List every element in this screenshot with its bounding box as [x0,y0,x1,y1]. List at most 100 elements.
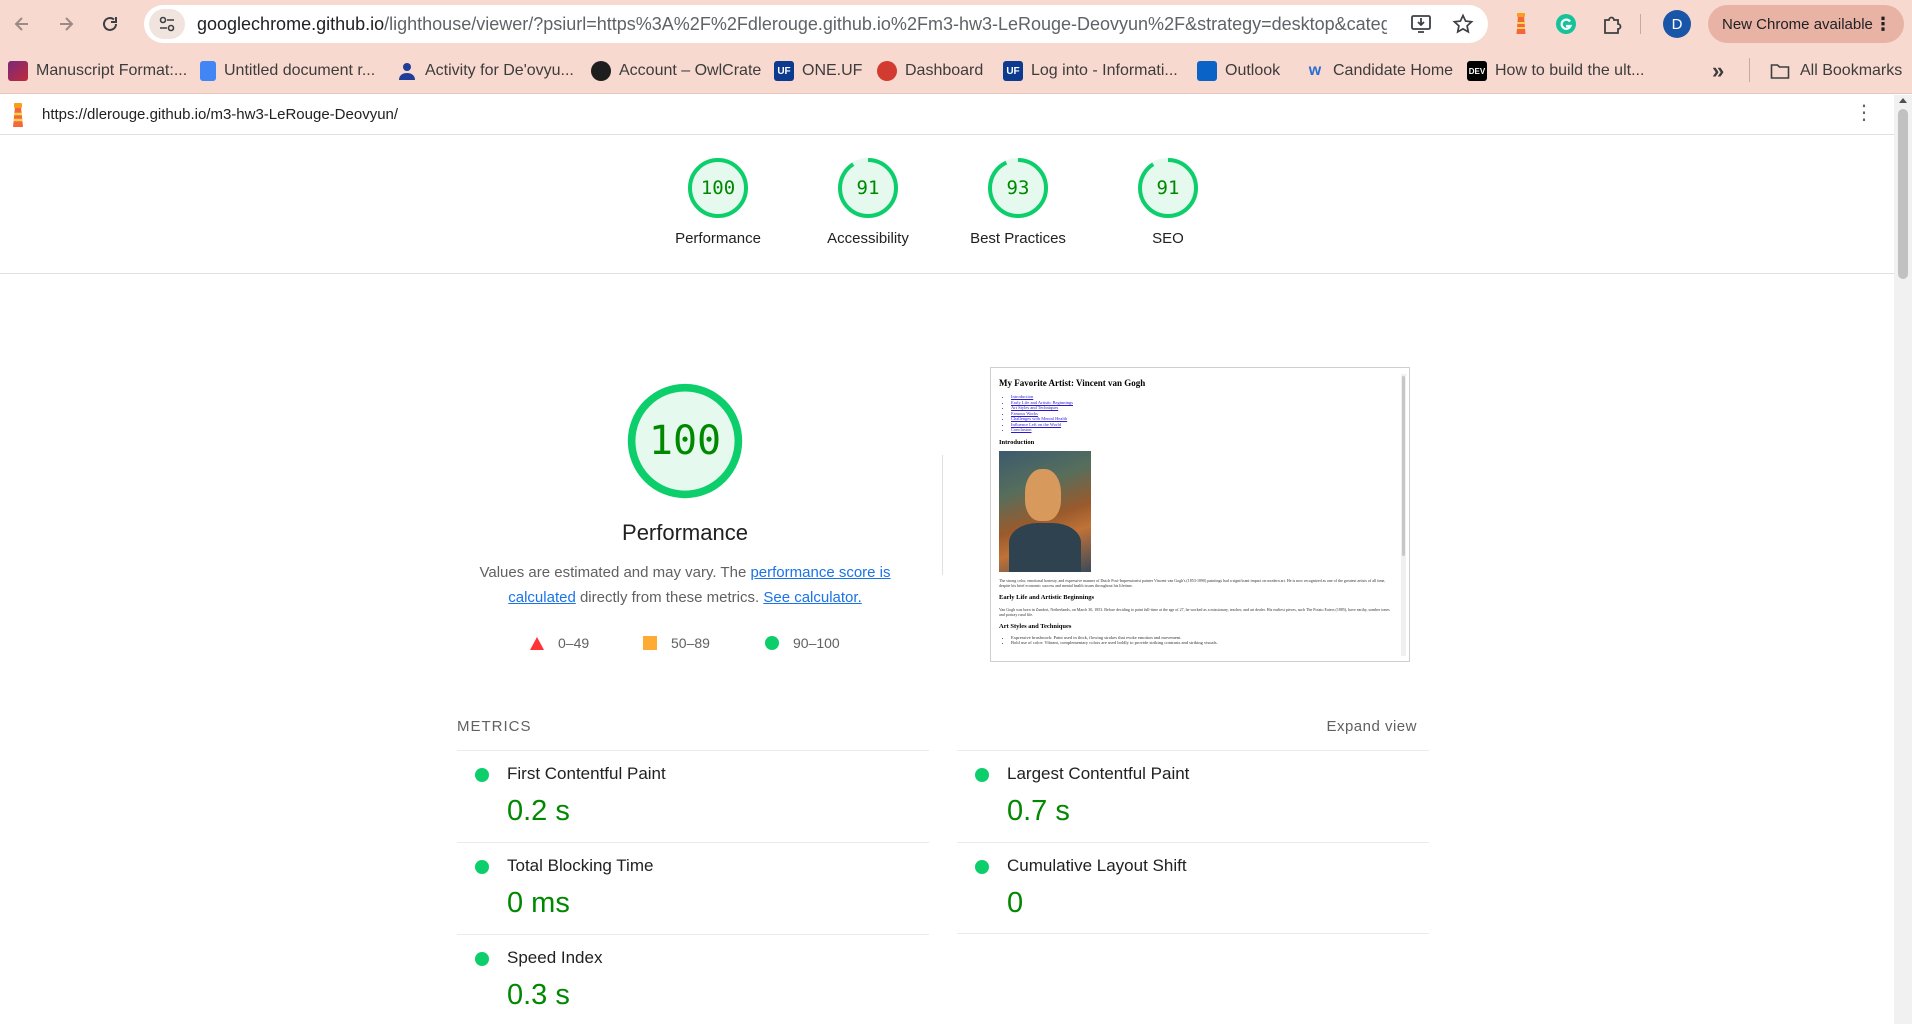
category-gauges: 100 Performance 91 Accessibility 93 Best… [0,136,1894,274]
bookmark-label: How to build the ult... [1495,62,1645,79]
metric-name: Cumulative Layout Shift [1007,856,1187,875]
screenshot-paragraph: Van Gogh was born in Zundert, Netherland… [999,606,1390,617]
bookmark-label: Outlook [1225,62,1281,79]
url-text[interactable]: googlechrome.github.io/lighthouse/viewer… [197,14,1387,35]
outlook-icon [1197,61,1217,81]
metric-first-contentful-paint: First Contentful Paint 0.2 s [457,750,929,842]
google-docs-icon [200,61,216,81]
expand-view-toggle[interactable]: Expand view [1326,718,1417,735]
pass-circle-icon [475,768,489,782]
bookmark-item[interactable]: UF ONE.UF [774,59,862,83]
legend-range: 90–100 [793,635,840,651]
final-screenshot[interactable]: My Favorite Artist: Vincent van Gogh Int… [990,367,1410,662]
url-path: /lighthouse/viewer/?psiurl=https%3A%2F%2… [384,13,1387,34]
gauge-seo[interactable]: 91 SEO [1093,156,1243,247]
screenshot-list: Expressive brushwork: Paint used in thic… [1011,635,1394,646]
more-menu-icon[interactable]: ⋮ [1874,14,1892,35]
screenshot-toc: Introduction Early Life and Artistic Beg… [1011,394,1394,433]
bookmark-item[interactable]: w Candidate Home [1305,59,1453,83]
dev-icon: DEV [1467,61,1487,81]
omnibox-actions [1410,5,1474,43]
gauge-accessibility[interactable]: 91 Accessibility [793,156,943,247]
toolbar-divider [1640,14,1641,34]
bookmark-item[interactable]: Manuscript Format:... [8,59,187,83]
metrics-title: METRICS [457,718,532,735]
gauge-performance[interactable]: 100 Performance [643,156,793,247]
bookmark-label: Manuscript Format:... [36,62,188,79]
all-bookmarks-button[interactable]: All Bookmarks [1770,59,1902,83]
square-icon [643,636,657,650]
bookmark-item[interactable]: Untitled document r... [200,59,375,83]
metric-value: 0 ms [507,887,570,919]
performance-title: Performance [622,520,748,545]
person-icon [397,61,417,81]
van-gogh-portrait [999,450,1091,572]
screenshot-heading: Early Life and Artistic Beginnings [999,593,1094,601]
gauge-score: 93 [1006,177,1030,199]
gauge-score: 91 [1156,177,1180,199]
metric-value: 0.7 s [1007,795,1070,827]
arrow-left-icon [14,17,28,31]
folder-icon [1770,64,1790,79]
pass-circle-icon [975,768,989,782]
bookmark-item[interactable]: DEV How to build the ult... [1467,59,1644,83]
report-url[interactable]: https://dlerouge.github.io/m3-hw3-LeRoug… [42,106,398,123]
performance-description: Values are estimated and may vary. The p… [470,560,900,610]
scroll-up-icon[interactable] [1899,98,1907,103]
bookmark-item[interactable]: UF Log into - Informati... [1003,59,1178,83]
bookmarks-bar: Manuscript Format:... Untitled document … [0,48,1912,94]
metric-name: Speed Index [507,948,603,967]
bookmark-label: Log into - Informati... [1031,62,1178,79]
bookmark-item[interactable]: Outlook [1197,59,1280,83]
bookmark-item[interactable]: Account – OwlCrate [591,59,761,83]
bookmarks-overflow-button[interactable]: » [1712,58,1724,83]
bookmark-item[interactable]: Dashboard [877,59,983,83]
legend-range: 0–49 [558,635,590,651]
bookmark-label: Candidate Home [1333,62,1454,79]
scroll-thumb[interactable] [1898,109,1908,279]
owl-icon [591,61,611,81]
pass-circle-icon [475,860,489,874]
metric-value: 0 [1007,887,1024,919]
url-host: googlechrome.github.io [197,13,385,34]
reload-button[interactable] [88,0,132,48]
extension-lighthouse[interactable] [1505,8,1537,40]
extensions-button[interactable] [1596,8,1628,40]
update-chrome-button[interactable]: New Chrome available ⋮ [1708,5,1904,43]
section-divider [942,455,943,575]
metric-total-blocking-time: Total Blocking Time 0 ms [457,842,929,934]
site-info-button[interactable] [149,9,185,39]
gauge-score: 100 [700,177,736,199]
star-icon[interactable] [1452,13,1474,35]
tools-menu-button[interactable]: ⋮ [1854,103,1874,123]
gauge-label: SEO [1152,230,1184,247]
lighthouse-topbar: https://dlerouge.github.io/m3-hw3-LeRoug… [0,95,1894,135]
metric-largest-contentful-paint: Largest Contentful Paint 0.7 s [957,750,1429,842]
description-text: Values are estimated and may vary. The [479,564,751,581]
profile-avatar[interactable]: D [1663,10,1691,38]
metric-speed-index: Speed Index 0.3 s [457,934,929,1026]
gauge-label: Accessibility [827,230,909,247]
page-scrollbar[interactable] [1894,95,1912,1024]
screenshot-paragraph: The strong color, emotional honesty, and… [999,577,1386,588]
install-app-icon[interactable] [1410,13,1432,35]
description-text: directly from these metrics. [575,589,764,606]
legend-fail: 0–49 [530,633,589,653]
dashboard-icon [877,61,897,81]
see-calculator-link[interactable]: See calculator. [763,589,861,606]
screenshot-scrollbar [1401,374,1406,656]
bookmark-item[interactable]: Activity for De'ovyu... [397,59,574,83]
screenshot-heading: Introduction [999,438,1035,446]
address-bar[interactable]: googlechrome.github.io/lighthouse/viewer… [144,5,1488,43]
circle-icon [765,636,779,650]
extension-grammarly[interactable] [1550,8,1582,40]
legend-average: 50–89 [643,633,710,653]
forward-button[interactable] [44,0,88,48]
bookmark-label: Dashboard [905,62,984,79]
back-button[interactable] [0,0,44,48]
metric-name: First Contentful Paint [507,764,666,783]
lighthouse-logo-icon [13,103,23,127]
bookmark-label: ONE.UF [802,62,863,79]
bookmark-label: Account – OwlCrate [619,62,762,79]
gauge-best-practices[interactable]: 93 Best Practices [943,156,1093,247]
